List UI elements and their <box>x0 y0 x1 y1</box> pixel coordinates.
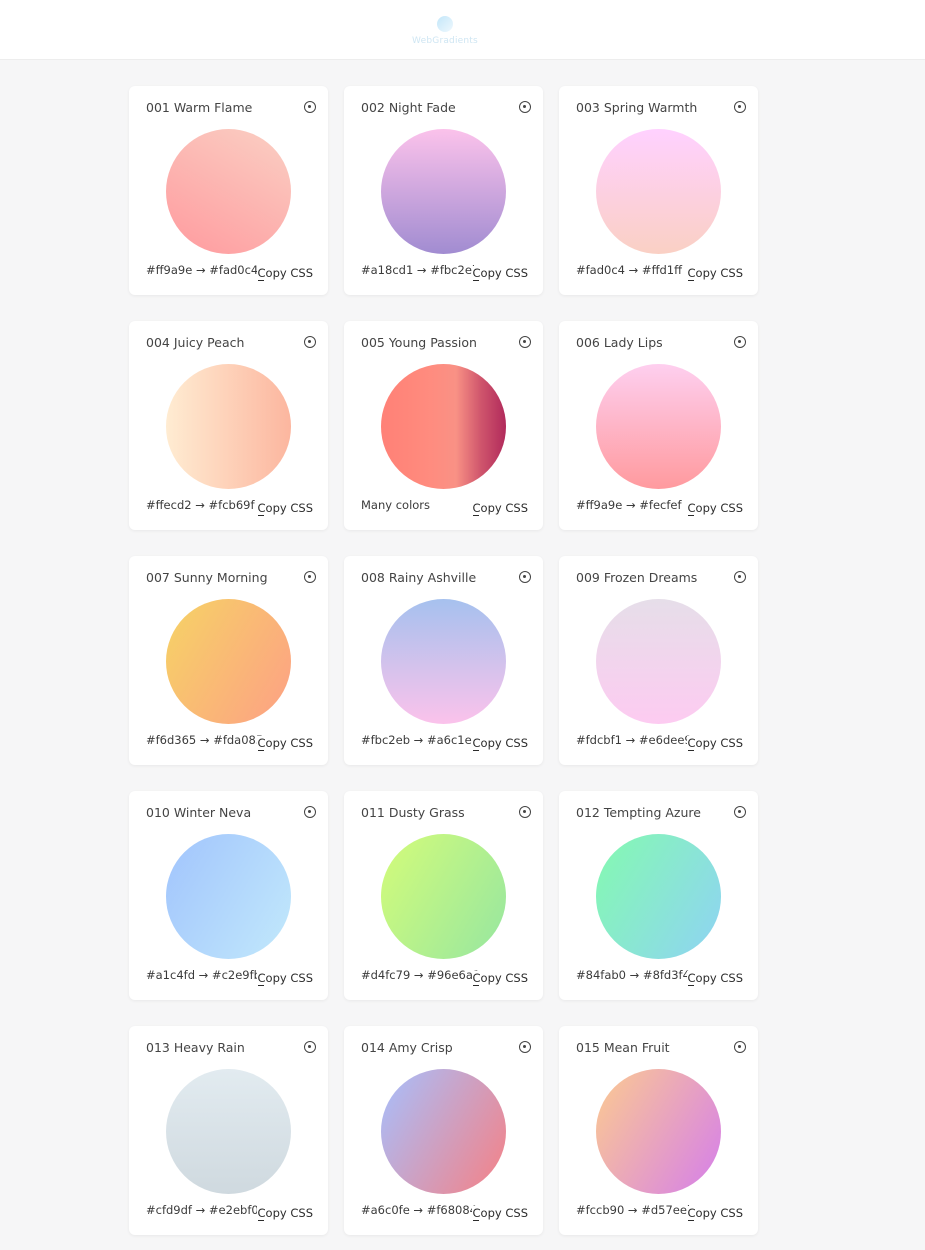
gradient-codes: #ff9a9e → #fad0c4 <box>146 263 259 277</box>
gradient-card: 011 Dusty Grass #d4fc79 → #96e6a1 Copy CSS <box>344 791 543 1000</box>
info-icon[interactable] <box>734 1041 746 1053</box>
gradient-codes: #f6d365 → #fda085 <box>146 733 264 747</box>
gradient-title: 010 Winter Neva <box>146 805 252 820</box>
gradient-swatch[interactable] <box>166 834 291 959</box>
gradient-title: 007 Sunny Morning <box>146 570 268 585</box>
info-icon[interactable] <box>519 336 531 348</box>
gradient-title: 011 Dusty Grass <box>361 805 465 820</box>
copy-css-button[interactable]: Copy CSS <box>686 971 743 986</box>
info-icon[interactable] <box>304 571 316 583</box>
gradient-title: 009 Frozen Dreams <box>576 570 698 585</box>
gradient-card: 001 Warm Flame #ff9a9e → #fad0c4 Copy CSS <box>129 86 328 295</box>
gradient-swatch[interactable] <box>596 129 721 254</box>
info-icon[interactable] <box>519 1041 531 1053</box>
gradient-grid: 001 Warm Flame #ff9a9e → #fad0c4 Copy CSS 0… <box>129 86 758 1235</box>
gradient-swatch[interactable] <box>596 1069 721 1194</box>
logo-icon <box>437 16 453 32</box>
gradient-codes: #d4fc79 → #96e6a1 <box>361 968 481 982</box>
gradient-codes: #84fab0 → #8fd3f4 <box>576 968 690 982</box>
gradient-card: 014 Amy Crisp #a6c0fe → #f68084 Copy CSS <box>344 1026 543 1235</box>
gradient-card: 015 Mean Fruit #fccb90 → #d57eeb Copy CSS <box>559 1026 758 1235</box>
site-logo[interactable]: WebGradients <box>405 16 485 56</box>
gradient-swatch[interactable] <box>166 599 291 724</box>
gradient-codes: #ffecd2 → #fcb69f <box>146 498 255 512</box>
copy-css-button[interactable]: Copy CSS <box>471 266 528 281</box>
info-icon[interactable] <box>519 101 531 113</box>
gradient-codes: #cfd9df → #e2ebf0 <box>146 1203 259 1217</box>
gradient-swatch[interactable] <box>166 364 291 489</box>
copy-css-button[interactable]: Copy CSS <box>471 501 528 516</box>
gradient-codes: Many colors <box>361 498 431 512</box>
gradient-title: 006 Lady Lips <box>576 335 663 350</box>
logo-text: WebGradients <box>412 36 478 46</box>
copy-css-button[interactable]: Copy CSS <box>686 501 743 516</box>
info-icon[interactable] <box>519 806 531 818</box>
copy-css-button[interactable]: Copy CSS <box>686 1206 743 1221</box>
gradient-swatch[interactable] <box>596 834 721 959</box>
gradient-title: 012 Tempting Azure <box>576 805 701 820</box>
gradient-swatch[interactable] <box>381 834 506 959</box>
copy-css-button[interactable]: Copy CSS <box>471 1206 528 1221</box>
gradient-card: 002 Night Fade #a18cd1 → #fbc2eb Copy CSS <box>344 86 543 295</box>
gradient-codes: #a1c4fd → #c2e9fb <box>146 968 261 982</box>
copy-css-button[interactable]: Copy CSS <box>686 266 743 281</box>
copy-css-button[interactable]: Copy CSS <box>256 266 313 281</box>
gradient-card: 008 Rainy Ashville #fbc2eb → #a6c1ee Copy … <box>344 556 543 765</box>
gradient-swatch[interactable] <box>381 1069 506 1194</box>
info-icon[interactable] <box>734 806 746 818</box>
gradient-codes: #ff9a9e → #fecfef <box>576 498 682 512</box>
gradient-swatch[interactable] <box>381 129 506 254</box>
gradient-codes: #a6c0fe → #f68084 <box>361 1203 477 1217</box>
copy-css-button[interactable]: Copy CSS <box>471 971 528 986</box>
gradient-codes: #fdcbf1 → #e6dee9 <box>576 733 692 747</box>
info-icon[interactable] <box>304 336 316 348</box>
site-header: WebGradients <box>0 0 925 60</box>
gradient-card: 010 Winter Neva #a1c4fd → #c2e9fb Copy CSS <box>129 791 328 1000</box>
gradient-title: 008 Rainy Ashville <box>361 570 477 585</box>
gradient-card: 006 Lady Lips #ff9a9e → #fecfef Copy CSS <box>559 321 758 530</box>
gradient-title: 015 Mean Fruit <box>576 1040 670 1055</box>
gradient-title: 004 Juicy Peach <box>146 335 245 350</box>
gradient-swatch[interactable] <box>596 364 721 489</box>
gradient-swatch[interactable] <box>166 1069 291 1194</box>
info-icon[interactable] <box>304 1041 316 1053</box>
gradient-swatch[interactable] <box>381 599 506 724</box>
gradient-title: 013 Heavy Rain <box>146 1040 245 1055</box>
info-icon[interactable] <box>304 806 316 818</box>
info-icon[interactable] <box>519 571 531 583</box>
gradient-title: 001 Warm Flame <box>146 100 253 115</box>
gradient-codes: #a18cd1 → #fbc2eb <box>361 263 480 277</box>
gradient-codes: #fbc2eb → #a6c1ee <box>361 733 479 747</box>
gradient-title: 005 Young Passion <box>361 335 477 350</box>
copy-css-button[interactable]: Copy CSS <box>256 971 313 986</box>
gradient-title: 003 Spring Warmth <box>576 100 698 115</box>
copy-css-button[interactable]: Copy CSS <box>471 736 528 751</box>
gradient-card: 013 Heavy Rain #cfd9df → #e2ebf0 Copy CSS <box>129 1026 328 1235</box>
gradient-card: 012 Tempting Azure #84fab0 → #8fd3f4 Copy … <box>559 791 758 1000</box>
gradient-codes: #fccb90 → #d57eeb <box>576 1203 695 1217</box>
gradient-swatch[interactable] <box>166 129 291 254</box>
info-icon[interactable] <box>734 336 746 348</box>
gradient-title: 002 Night Fade <box>361 100 456 115</box>
copy-css-button[interactable]: Copy CSS <box>256 501 313 516</box>
copy-css-button[interactable]: Copy CSS <box>256 736 313 751</box>
gradient-card: 007 Sunny Morning #f6d365 → #fda085 Copy C… <box>129 556 328 765</box>
gradient-swatch[interactable] <box>381 364 506 489</box>
gradient-card: 003 Spring Warmth #fad0c4 → #ffd1ff Copy C… <box>559 86 758 295</box>
gradient-codes: #fad0c4 → #ffd1ff <box>576 263 683 277</box>
copy-css-button[interactable]: Copy CSS <box>256 1206 313 1221</box>
info-icon[interactable] <box>734 101 746 113</box>
info-icon[interactable] <box>734 571 746 583</box>
gradient-swatch[interactable] <box>596 599 721 724</box>
gradient-card: 005 Young Passion Many colors Copy CSS <box>344 321 543 530</box>
info-icon[interactable] <box>304 101 316 113</box>
gradient-card: 009 Frozen Dreams #fdcbf1 → #e6dee9 Copy C… <box>559 556 758 765</box>
gradient-card: 004 Juicy Peach #ffecd2 → #fcb69f Copy CSS <box>129 321 328 530</box>
copy-css-button[interactable]: Copy CSS <box>686 736 743 751</box>
gradient-title: 014 Amy Crisp <box>361 1040 453 1055</box>
